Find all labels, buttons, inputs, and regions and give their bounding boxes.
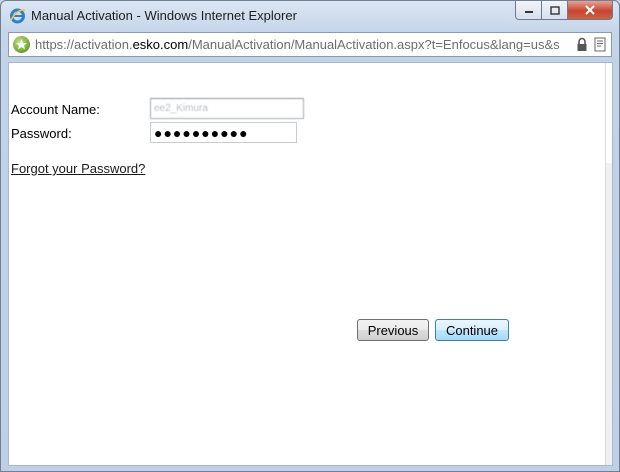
- account-name-label: Account Name:: [11, 102, 100, 117]
- maximize-icon: [549, 5, 560, 15]
- minimize-icon: [524, 11, 533, 13]
- forgot-password-link[interactable]: Forgot your Password?: [11, 161, 145, 176]
- close-icon: [585, 5, 595, 15]
- certificate-icon[interactable]: [593, 37, 607, 52]
- account-name-input[interactable]: ee2_Kimura: [150, 98, 304, 119]
- url-text[interactable]: https://activation.esko.com/ManualActiva…: [35, 37, 575, 52]
- minimize-button[interactable]: [515, 1, 542, 20]
- url-prefix: https://activation.: [35, 37, 133, 52]
- secure-site-icon: [13, 36, 30, 53]
- url-domain: esko.com: [132, 37, 189, 52]
- scrollbar-thumb[interactable]: [606, 63, 612, 163]
- url-path: /ManualActivation/ManualActivation.aspx?…: [188, 37, 560, 52]
- page-content: Account Name: ee2_Kimura Password: ●●●●●…: [8, 62, 613, 466]
- close-button[interactable]: [568, 1, 613, 20]
- lock-icon[interactable]: [575, 37, 589, 52]
- previous-button[interactable]: Previous: [357, 319, 429, 341]
- title-bar[interactable]: Manual Activation - Windows Internet Exp…: [1, 1, 619, 31]
- internet-explorer-icon: [10, 8, 26, 24]
- browser-window: Manual Activation - Windows Internet Exp…: [0, 0, 620, 472]
- window-controls: [515, 1, 613, 20]
- password-input[interactable]: ●●●●●●●●●●: [150, 122, 297, 143]
- maximize-button[interactable]: [542, 1, 568, 20]
- window-title: Manual Activation - Windows Internet Exp…: [31, 8, 297, 23]
- continue-button[interactable]: Continue: [435, 319, 509, 341]
- password-label: Password:: [11, 126, 72, 141]
- address-bar[interactable]: https://activation.esko.com/ManualActiva…: [8, 32, 612, 57]
